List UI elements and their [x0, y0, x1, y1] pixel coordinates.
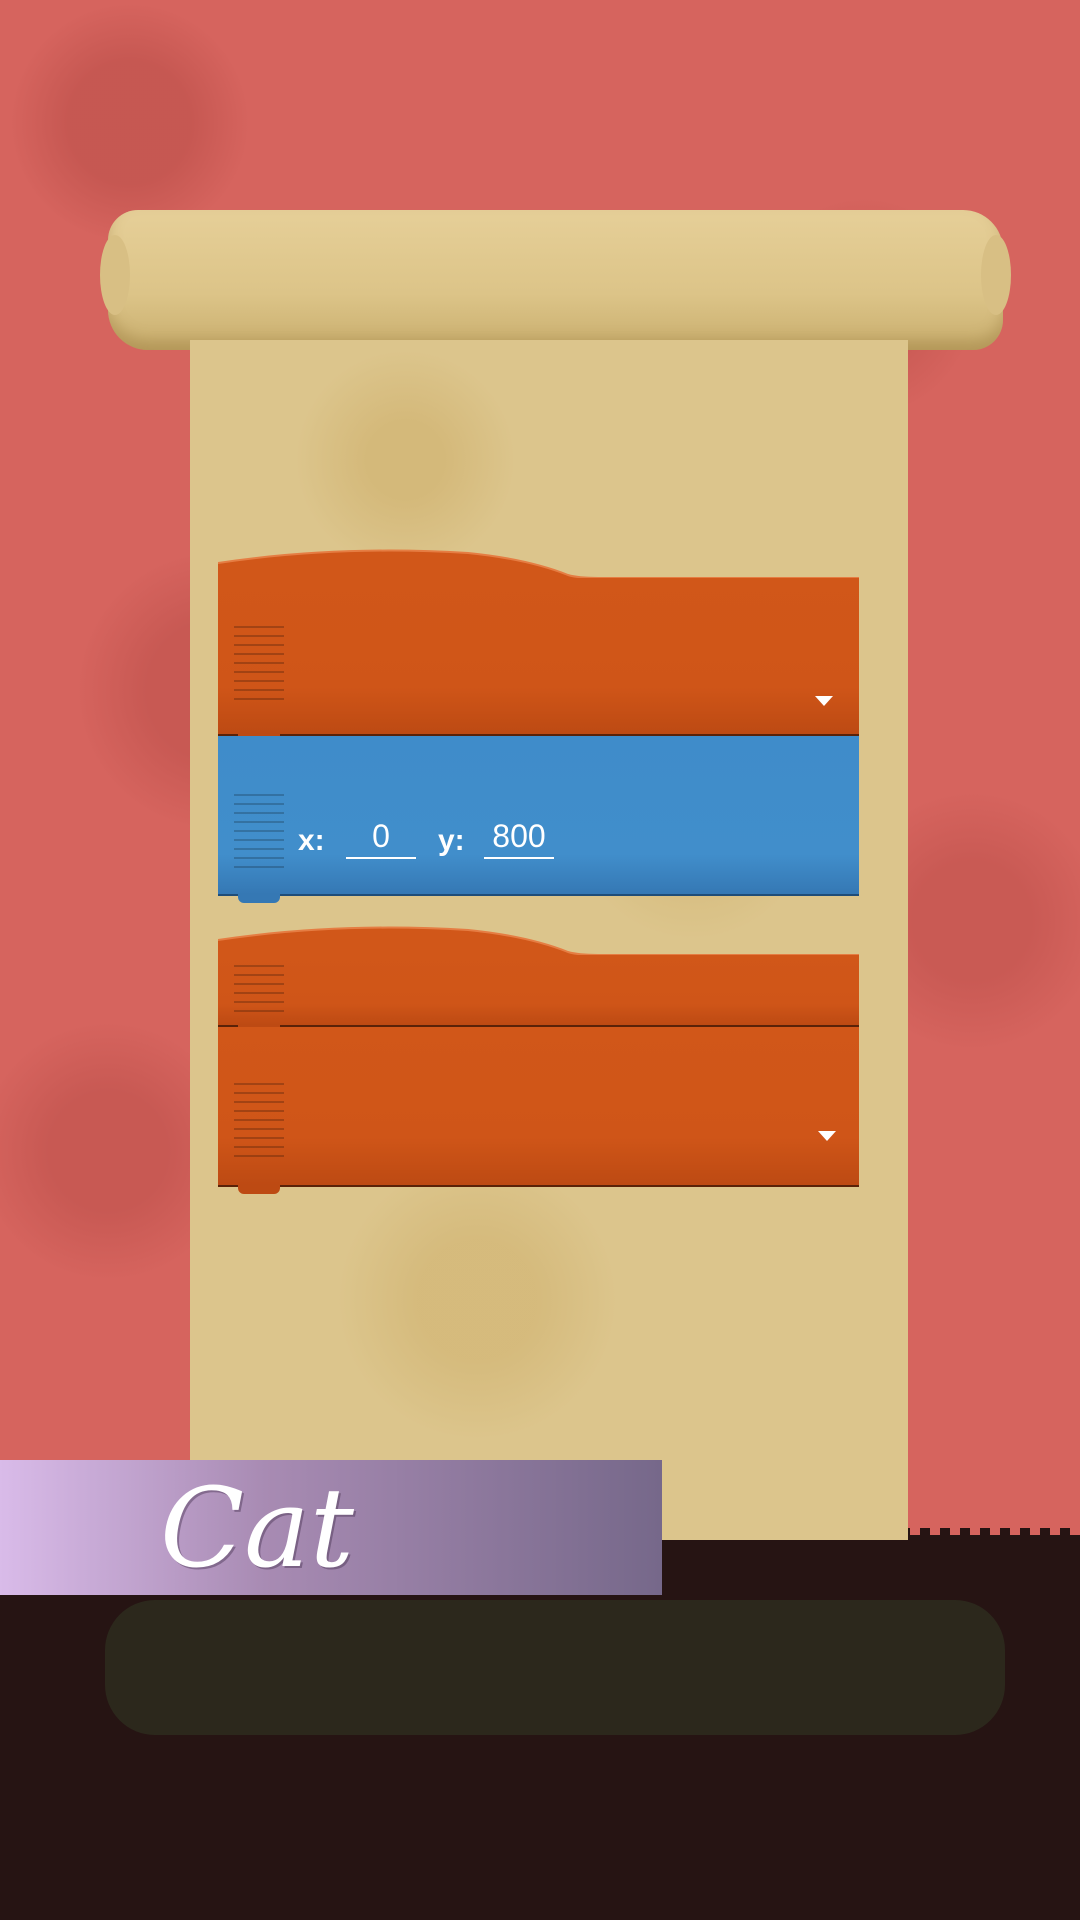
drag-handle[interactable]	[234, 965, 284, 1015]
event-block-1[interactable]	[218, 578, 859, 743]
motion-block[interactable]: x: 0 y: 800	[218, 736, 859, 903]
drag-handle[interactable]	[234, 1083, 284, 1163]
drag-handle[interactable]	[234, 794, 284, 874]
drag-handle[interactable]	[234, 626, 284, 706]
x-input[interactable]: 0	[346, 818, 416, 859]
block-notch	[238, 894, 280, 903]
sprite-name-banner[interactable]: Cat	[0, 1460, 662, 1595]
chevron-down-icon[interactable]	[815, 696, 833, 706]
y-label: y:	[438, 824, 465, 857]
action-block[interactable]	[218, 1027, 859, 1194]
chevron-down-icon[interactable]	[818, 1131, 836, 1141]
scroll-roll-top	[100, 210, 1011, 350]
y-input[interactable]: 800	[484, 818, 554, 859]
event-block-2[interactable]	[218, 955, 859, 1034]
block-notch	[238, 1185, 280, 1194]
sprite-name: Cat	[160, 1464, 354, 1592]
x-label: x:	[298, 824, 325, 857]
scroll-roll-bottom	[105, 1600, 1005, 1735]
